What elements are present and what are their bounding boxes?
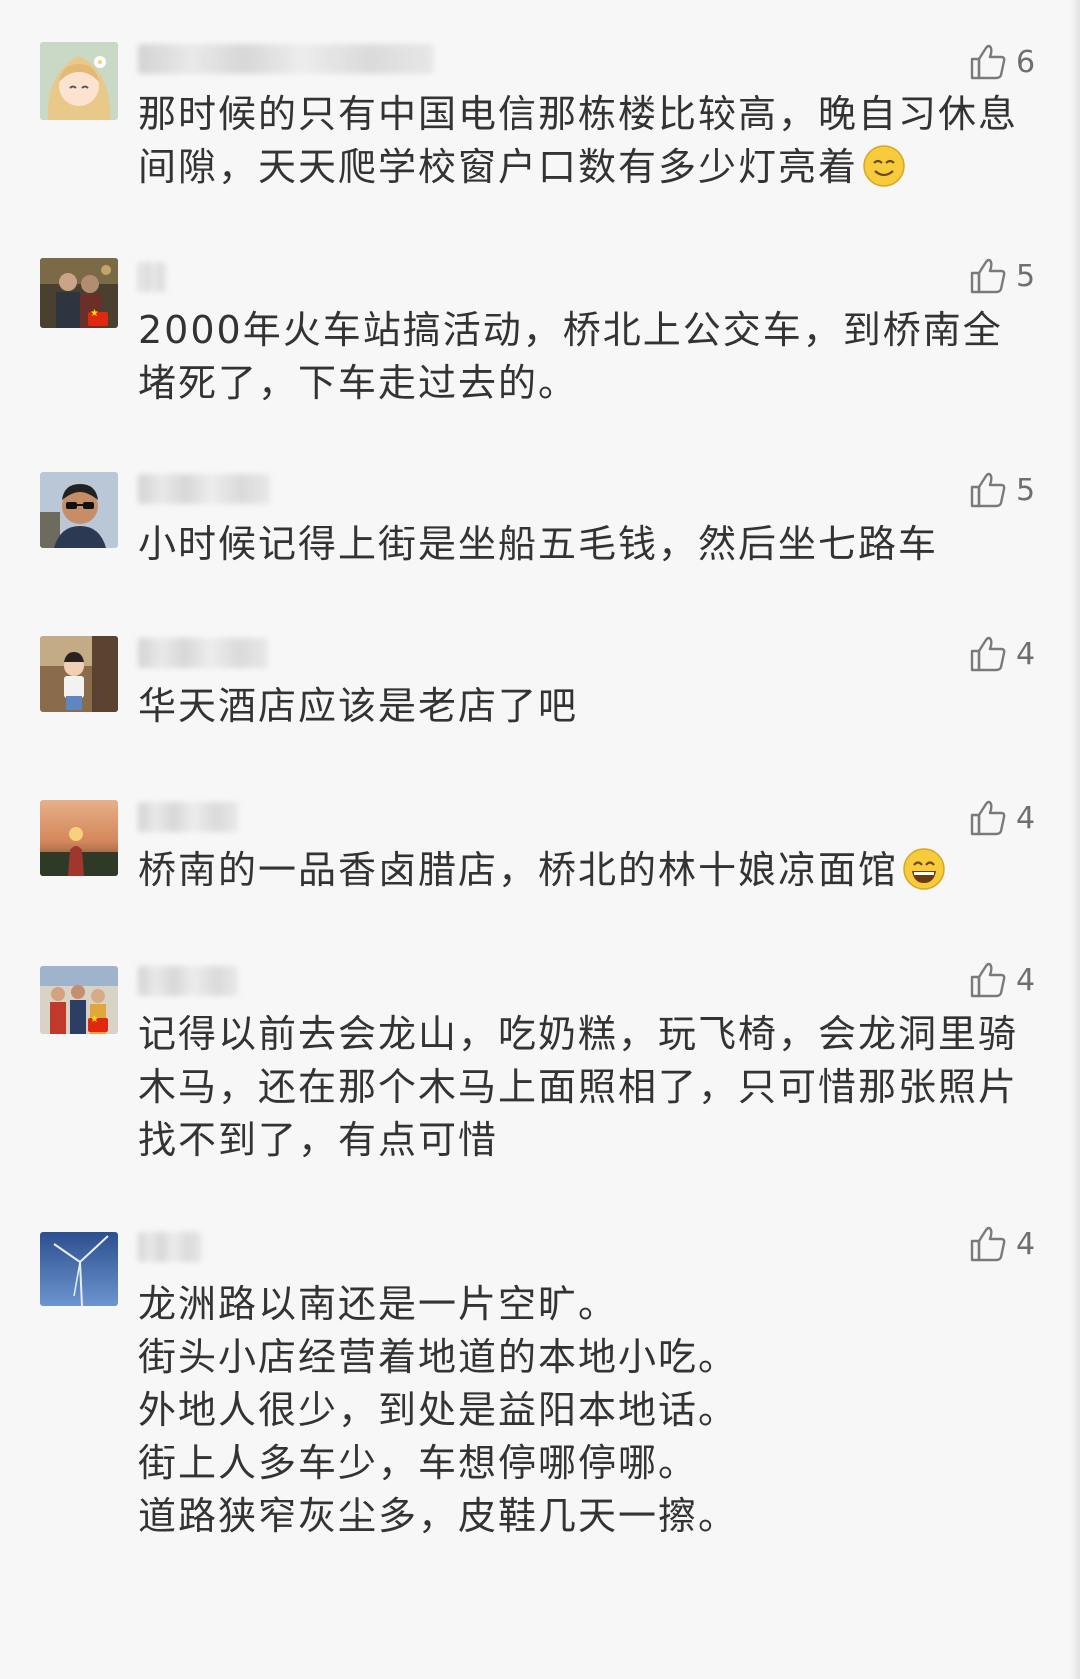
like-count: 4 bbox=[1016, 1226, 1036, 1262]
comment-text: 那时候的只有中国电信那栋楼比较高，晚自习休息间隙，天天爬学校窗户口数有多少灯亮着 bbox=[138, 88, 1038, 194]
like-button[interactable]: 4 bbox=[968, 1224, 1035, 1264]
thumbs-up-icon bbox=[970, 962, 1006, 998]
username-blurred[interactable] bbox=[138, 966, 238, 996]
like-button[interactable]: 4 bbox=[968, 634, 1035, 674]
like-button[interactable]: 5 bbox=[968, 470, 1035, 510]
man-sunglasses-avatar bbox=[40, 472, 118, 548]
like-count: 4 bbox=[1016, 800, 1036, 836]
username-blurred[interactable] bbox=[138, 802, 238, 832]
thumbs-up-icon bbox=[970, 44, 1006, 80]
avatar[interactable] bbox=[40, 42, 118, 120]
panel-edge bbox=[1070, 0, 1080, 1679]
comment-text: 2000年火车站搞活动，桥北上公交车，到桥南全堵死了，下车走过去的。 bbox=[138, 308, 1003, 405]
thumbs-up-icon bbox=[970, 472, 1006, 508]
avatar[interactable] bbox=[40, 636, 118, 712]
thumbs-up-icon bbox=[970, 258, 1006, 294]
avatar[interactable] bbox=[40, 1232, 118, 1306]
comment-text: 华天酒店应该是老店了吧 bbox=[138, 684, 579, 728]
username-blurred[interactable] bbox=[138, 638, 268, 668]
like-count: 5 bbox=[1016, 472, 1036, 508]
username-blurred[interactable] bbox=[138, 44, 434, 74]
like-count: 4 bbox=[1016, 962, 1036, 998]
cartoon-girl-avatar bbox=[40, 42, 118, 120]
username-blurred[interactable] bbox=[138, 262, 166, 292]
like-count: 6 bbox=[1016, 44, 1036, 80]
comment-text: 龙洲路以南还是一片空旷。 街头小店经营着地道的本地小吃。 外地人很少，到处是益阳… bbox=[138, 1282, 739, 1538]
like-button[interactable]: 4 bbox=[968, 798, 1035, 838]
thumbs-up-icon bbox=[970, 1226, 1006, 1262]
username-blurred[interactable] bbox=[138, 1232, 202, 1262]
comment-text: 记得以前去会龙山，吃奶糕，玩飞椅，会龙洞里骑木马，还在那个木马上面照相了，只可惜… bbox=[138, 1012, 1019, 1162]
wind-turbine-avatar bbox=[40, 1232, 118, 1306]
username-blurred[interactable] bbox=[138, 474, 270, 504]
comment-text: 桥南的一品香卤腊店，桥北的林十娘凉面馆 bbox=[138, 844, 1038, 897]
child-photo-avatar bbox=[40, 636, 118, 712]
comment-text: 小时候记得上街是坐船五毛钱，然后坐七路车 bbox=[138, 522, 939, 566]
smile-emoji-icon bbox=[863, 145, 905, 187]
avatar[interactable] bbox=[40, 472, 118, 548]
china-flag-icon bbox=[88, 308, 108, 326]
like-button[interactable]: 5 bbox=[968, 256, 1035, 296]
grin-emoji-icon bbox=[903, 848, 945, 890]
comment-text-content: 桥南的一品香卤腊店，桥北的林十娘凉面馆 bbox=[138, 848, 899, 892]
thumbs-up-icon bbox=[970, 800, 1006, 836]
china-flag-icon bbox=[88, 1014, 108, 1032]
avatar[interactable] bbox=[40, 800, 118, 876]
thumbs-up-icon bbox=[970, 636, 1006, 672]
comment-list: 6 那时候的只有中国电信那栋楼比较高，晚自习休息间隙，天天爬学校窗户口数有多少灯… bbox=[0, 0, 1080, 1679]
sunset-photo-avatar bbox=[40, 800, 118, 876]
like-count: 4 bbox=[1016, 636, 1036, 672]
like-button[interactable]: 6 bbox=[968, 42, 1035, 82]
like-button[interactable]: 4 bbox=[968, 960, 1035, 1000]
like-count: 5 bbox=[1016, 258, 1036, 294]
